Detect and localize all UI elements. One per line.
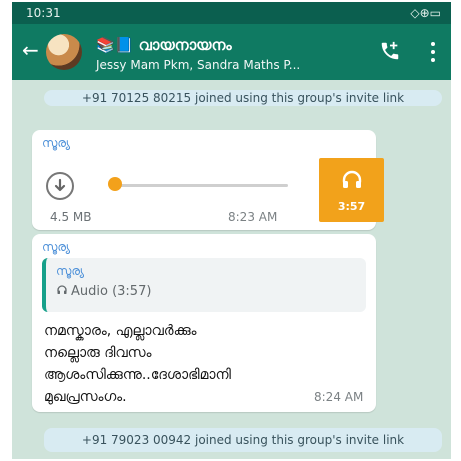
group-members[interactable]: Jessy Mam Pkm, Sandra Maths P... [96, 58, 300, 72]
file-size: 4.5 MB [50, 210, 92, 224]
add-call-icon[interactable] [379, 40, 401, 62]
headphones-icon [57, 285, 67, 294]
reply-message-bubble[interactable]: സൂര്യ സൂര്യ Audio (3:57) നമസ്കാരം, എല്ലാ… [32, 234, 376, 412]
status-time: 10:31 [26, 6, 61, 20]
sender-name: സൂര്യ [42, 240, 71, 254]
quoted-sender: സൂര്യ [56, 264, 85, 278]
system-join-message-bottom: +91 79023 00942 joined using this group'… [44, 428, 442, 452]
audio-duration: 3:57 [337, 200, 366, 213]
phone-screen: 10:31 ◇⊕▭ ← 📚📘 വായനായനം Jessy Mam Pkm, S… [12, 2, 451, 459]
voice-message-bubble[interactable]: സൂര്യ 4.5 MB 8:23 AM 3:57 [32, 130, 384, 230]
message-time: 8:24 AM [314, 390, 364, 404]
status-bar: 10:31 ◇⊕▭ [12, 2, 451, 24]
download-icon [54, 178, 66, 192]
quoted-audio-label: Audio (3:57) [56, 284, 151, 299]
audio-thumbnail[interactable]: 3:57 [319, 158, 384, 222]
audio-progress-handle[interactable] [108, 177, 122, 191]
message-time: 8:23 AM [228, 210, 278, 224]
audio-progress-track[interactable] [118, 184, 288, 187]
headphones-icon [342, 170, 362, 188]
system-join-message-top: +91 70125 80215 joined using this group'… [44, 90, 442, 106]
download-button[interactable] [46, 172, 74, 200]
back-arrow-icon[interactable]: ← [22, 40, 39, 60]
more-vert-icon[interactable] [430, 40, 436, 62]
sender-name: സൂര്യ [42, 136, 71, 150]
chat-header: ← 📚📘 വായനായനം Jessy Mam Pkm, Sandra Math… [12, 24, 451, 80]
group-title[interactable]: 📚📘 വായനായനം [96, 36, 232, 54]
group-avatar[interactable] [46, 34, 82, 70]
quoted-audio-text: Audio (3:57) [71, 284, 152, 299]
quoted-message[interactable]: സൂര്യ Audio (3:57) [42, 258, 366, 312]
status-icons: ◇⊕▭ [410, 6, 441, 20]
